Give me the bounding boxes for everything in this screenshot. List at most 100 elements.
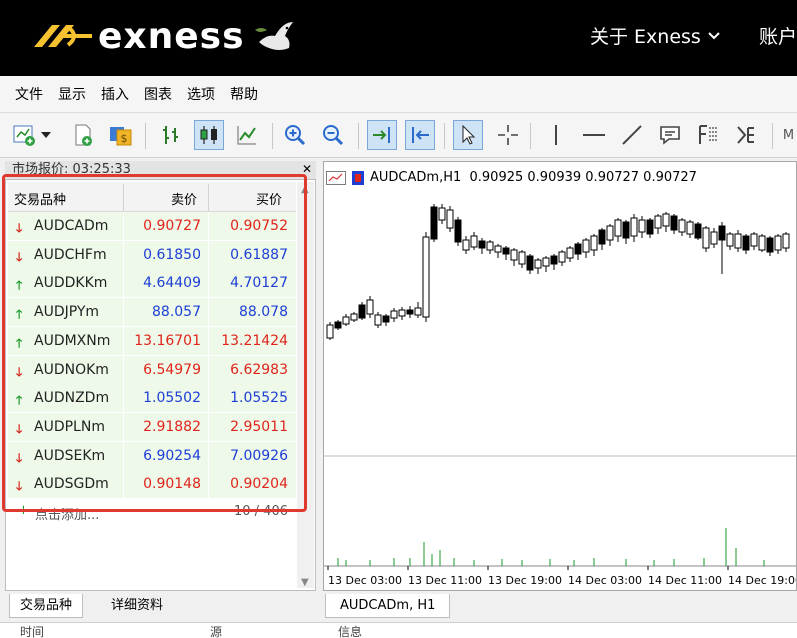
candle-body — [782, 233, 790, 249]
menu-charts[interactable]: 图表 — [144, 84, 172, 104]
table-row[interactable]: 🡓 AUDCHFm 0.61850 0.61887 — [8, 240, 296, 270]
ask-price: 2.95011 — [230, 418, 288, 435]
chevron-down-icon — [708, 31, 720, 39]
tab-chart-audcad[interactable]: AUDCADm, H1 — [325, 594, 451, 618]
line-chart-button[interactable] — [232, 120, 262, 150]
horizontal-line-button[interactable] — [579, 120, 609, 150]
menu-help[interactable]: 帮助 — [230, 84, 258, 104]
arrow-up-icon: 🡑 — [16, 393, 23, 408]
menu-file[interactable]: 文件 — [15, 84, 43, 104]
plus-icon: + — [18, 503, 29, 518]
menu-insert[interactable]: 插入 — [101, 84, 129, 104]
horizontal-line-icon — [583, 134, 605, 136]
menu-options[interactable]: 选项 — [187, 84, 215, 104]
candle-body — [518, 251, 526, 265]
bar-chart-icon — [163, 126, 178, 144]
time-axis-label: 13 Dec 11:00 — [408, 574, 482, 587]
market-watch-scrollbar[interactable]: ▲ ▼ — [297, 182, 314, 588]
zoom-out-button[interactable] — [318, 120, 348, 150]
col-symbol[interactable]: 交易品种 — [14, 189, 66, 208]
table-row[interactable]: 🡓 AUDPLNm 2.91882 2.95011 — [8, 412, 296, 442]
candle-body — [446, 209, 454, 229]
vertical-line-icon — [555, 125, 557, 145]
candle-body — [334, 321, 342, 329]
candle-body — [614, 219, 622, 237]
arrow-up-icon: 🡑 — [16, 307, 23, 322]
new-chart-dropdown[interactable] — [38, 120, 54, 150]
indicators-button[interactable] — [731, 120, 761, 150]
candle-body — [670, 215, 678, 231]
arrow-down-icon: 🡓 — [16, 421, 23, 436]
table-row[interactable]: 🡓 AUDSGDm 0.90148 0.90204 — [8, 470, 296, 500]
candle-body — [326, 324, 334, 339]
time-axis-label: 13 Dec 03:00 — [328, 574, 402, 587]
cursor-icon — [462, 124, 476, 145]
vertical-line-button[interactable] — [541, 120, 571, 150]
arrow-down-icon: 🡓 — [16, 479, 23, 494]
table-row[interactable]: 🡓 AUDNOKm 6.54979 6.62983 — [8, 355, 296, 385]
profiles-button[interactable] — [68, 120, 98, 150]
add-symbol-row[interactable]: + 点击添加... 10 / 406 — [8, 500, 296, 526]
time-axis-label: 14 Dec 11:00 — [648, 574, 722, 587]
col-ask[interactable]: 买价 — [256, 189, 282, 208]
tab-details[interactable]: 详细资料 — [101, 594, 173, 618]
menu-view[interactable]: 显示 — [58, 84, 86, 104]
chart-window-icon — [326, 170, 346, 185]
chart-title-text: AUDCADm,H1 0.90925 0.90939 0.90727 0.907… — [370, 170, 697, 185]
symbol-name: AUDSEKm — [34, 447, 106, 464]
candle-body — [390, 310, 398, 319]
symbol-name: AUDNOKm — [34, 361, 109, 378]
chart-window[interactable]: 13 Dec 03:00 13 Dec 11:00 13 Dec 19:00 14 D… — [323, 161, 797, 591]
scroll-up-icon[interactable]: ▲ — [301, 184, 309, 195]
table-row[interactable]: 🡑 AUDJPYm 88.057 88.078 — [8, 298, 296, 328]
auto-scroll-icon — [373, 127, 390, 143]
more-tools-button[interactable]: M — [780, 120, 797, 150]
exness-logo[interactable]: exness — [30, 14, 297, 58]
nav-account[interactable]: 账户 — [759, 22, 797, 49]
ask-price: 0.61887 — [230, 246, 288, 263]
candle-body — [342, 316, 350, 325]
market-watch-button[interactable]: $ — [106, 120, 136, 150]
close-icon[interactable]: ✕ — [302, 163, 312, 175]
chart-shift-button[interactable] — [405, 120, 435, 150]
candle-body — [582, 239, 590, 253]
candle-body — [710, 231, 718, 245]
crosshair-button[interactable] — [493, 120, 523, 150]
site-header: exness 关于 Exness 账户 — [0, 0, 797, 76]
table-row[interactable]: 🡓 AUDSEKm 6.90254 7.00926 — [8, 441, 296, 471]
bid-price: 88.057 — [152, 304, 201, 321]
cursor-button[interactable] — [453, 120, 483, 150]
text-label-button[interactable] — [655, 120, 685, 150]
terminal-header: 时间 源 信息 — [0, 622, 797, 638]
bar-chart-button[interactable] — [156, 120, 186, 150]
candlestick-button[interactable] — [194, 120, 224, 150]
col-bid[interactable]: 卖价 — [171, 189, 197, 208]
bid-price: 6.54979 — [143, 361, 201, 378]
arrow-up-icon: 🡑 — [16, 278, 23, 293]
candle-body — [558, 251, 566, 263]
new-chart-button[interactable] — [10, 120, 40, 150]
candle-body — [718, 225, 726, 241]
bid-price: 4.64409 — [143, 275, 201, 292]
nav-about-exness[interactable]: 关于 Exness — [590, 22, 721, 49]
candle-body — [510, 249, 518, 261]
bid-price: 2.91882 — [143, 418, 201, 435]
table-row[interactable]: 🡑 AUDNZDm 1.05502 1.05525 — [8, 384, 296, 414]
bid-price: 0.61850 — [143, 246, 201, 263]
document-add-icon — [75, 124, 92, 146]
table-row[interactable]: 🡑 AUDDKKm 4.64409 4.70127 — [8, 269, 296, 299]
candle-body — [382, 315, 390, 323]
scroll-down-icon[interactable]: ▼ — [301, 577, 309, 588]
zoom-in-button[interactable] — [280, 120, 310, 150]
money-icon: $ — [110, 127, 132, 146]
trendline-button[interactable] — [617, 120, 647, 150]
auto-scroll-button[interactable] — [367, 120, 397, 150]
table-row[interactable]: 🡓 AUDCADm 0.90727 0.90752 — [8, 212, 296, 241]
tab-symbols[interactable]: 交易品种 — [9, 594, 84, 618]
table-row[interactable]: 🡑 AUDMXNm 13.16701 13.21424 — [8, 326, 296, 356]
fibonacci-button[interactable] — [693, 120, 723, 150]
ask-price: 6.62983 — [230, 361, 288, 378]
arrow-down-icon: 🡓 — [16, 364, 23, 379]
caret-down-icon — [41, 132, 51, 138]
candle-body — [422, 236, 430, 318]
